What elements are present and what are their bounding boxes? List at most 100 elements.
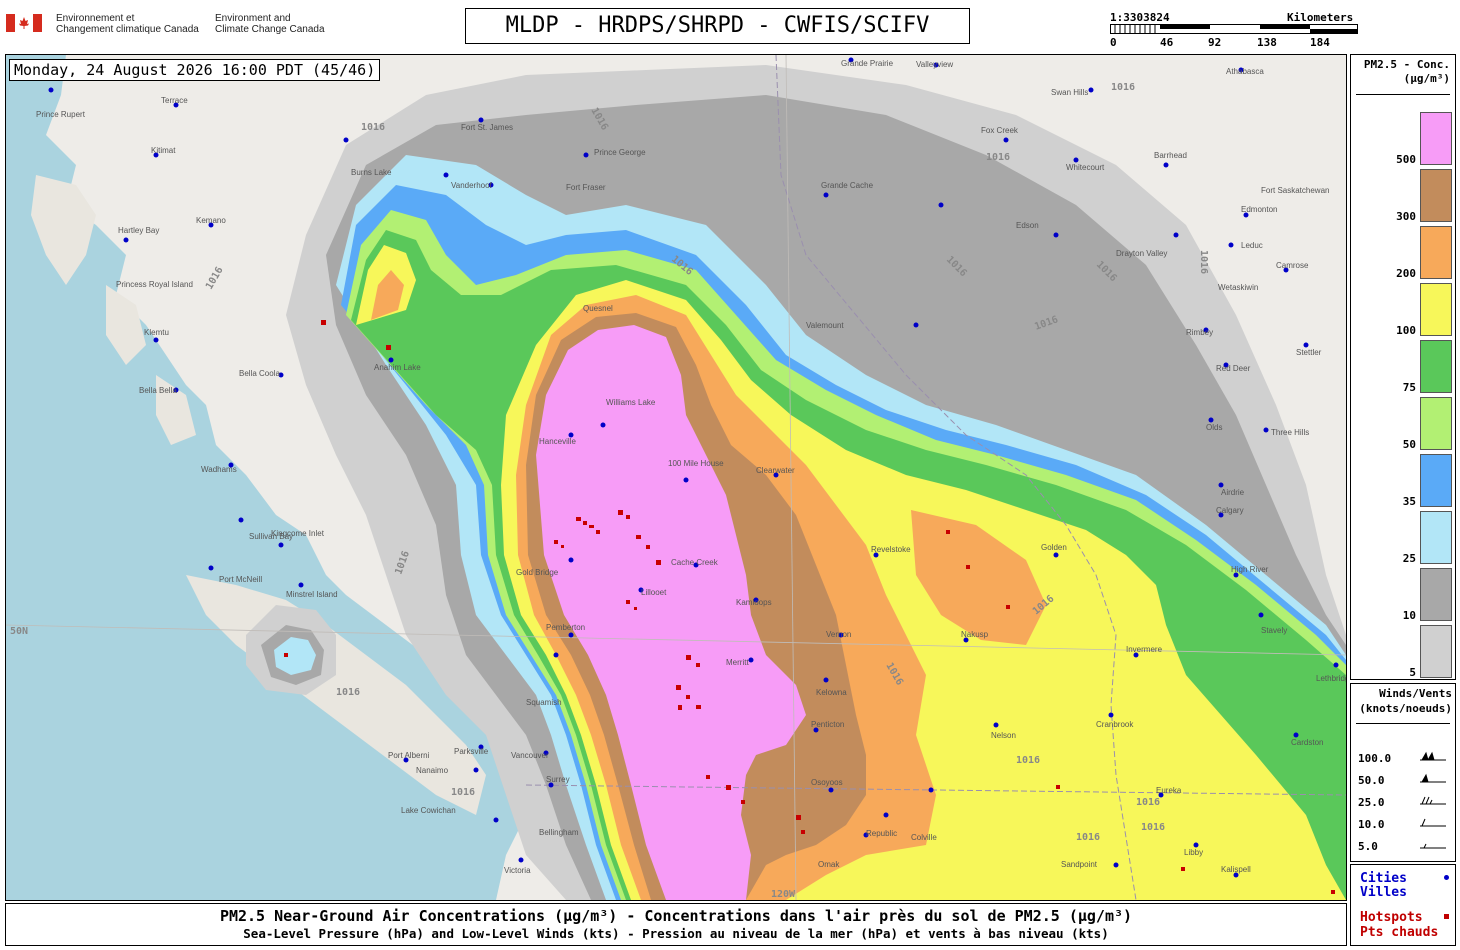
forecast-timestamp: Monday, 24 August 2026 16:00 PDT (45/46): [9, 59, 381, 81]
scale-tick-1: 46: [1160, 36, 1174, 49]
place-label: Grande Cache: [821, 181, 874, 190]
place-label: Lillooet: [641, 588, 667, 597]
legend-label-35: 35: [1402, 495, 1416, 508]
model-title: MLDP - HRDPS/SHRPD - CWFIS/SCIFV: [465, 8, 970, 44]
legend-label-500: 500: [1396, 153, 1416, 166]
place-label: Stavely: [1261, 626, 1287, 635]
caption-line-2: Sea-Level Pressure (hPa) and Low-Level W…: [243, 926, 1109, 941]
map-panel[interactable]: 50N 120W 1016 1016 1016 1016 1016 1016 1…: [5, 54, 1347, 901]
place-label: Cranbrook: [1096, 720, 1134, 729]
place-label: Surrey: [546, 775, 570, 784]
place-label: Calgary: [1216, 506, 1244, 515]
place-label: Nelson: [991, 731, 1016, 740]
canada-flag-icon: [6, 14, 42, 32]
place-label: Omak: [818, 860, 840, 869]
place-label: Hartley Bay: [118, 226, 159, 235]
place-label: Barrhead: [1154, 151, 1187, 160]
scale-tick-3: 138: [1257, 36, 1277, 49]
caption-box: PM2.5 Near-Ground Air Concentrations (µg…: [5, 903, 1347, 946]
place-label: Gold Bridge: [516, 568, 559, 577]
place-label: Bellingham: [539, 828, 579, 837]
cities-key-label: Cities: [1360, 871, 1407, 886]
smoke-map[interactable]: 50N 120W 1016 1016 1016 1016 1016 1016 1…: [6, 55, 1346, 900]
place-label: Williams Lake: [606, 398, 656, 407]
place-label: Wadhams: [201, 465, 237, 474]
place-label: Camrose: [1276, 261, 1309, 270]
place-label: Revelstoke: [871, 545, 911, 554]
legend-label-300: 300: [1396, 210, 1416, 223]
place-label: Colville: [911, 833, 937, 842]
legend-swatch-200: [1420, 226, 1452, 279]
place-label: Olds: [1206, 423, 1222, 432]
place-label: Bella Bella: [139, 386, 177, 395]
place-label: Whitecourt: [1066, 163, 1105, 172]
wind-speed-label: 10.0: [1358, 818, 1385, 831]
isobar-label: 1016: [361, 122, 385, 133]
place-label: 100 Mile House: [668, 459, 724, 468]
place-label: Edson: [1016, 221, 1039, 230]
isobar-label: 1016: [336, 687, 360, 698]
scale-bar: [1110, 24, 1358, 34]
place-label: Squamish: [526, 698, 562, 707]
place-label: Anahim Lake: [374, 363, 421, 372]
pts-chauds-key-label: Pts chauds: [1360, 925, 1439, 940]
scale-unit: Kilometers: [1287, 11, 1354, 24]
place-label: Terrace: [161, 96, 188, 105]
lon-label-120w: 120W: [771, 889, 796, 900]
legend-label-5: 5: [1409, 666, 1416, 679]
place-label: Wetaskiwin: [1218, 283, 1258, 292]
isobar-label: 1016: [1076, 832, 1100, 843]
wind-legend-unit: (knots/noeuds): [1359, 702, 1452, 715]
villes-key-label: Villes: [1360, 885, 1407, 900]
isobar-label: 1016: [451, 787, 475, 798]
place-label: Port McNeill: [219, 575, 262, 584]
wind-speed-label: 50.0: [1358, 774, 1385, 787]
city-dot-icon: [1444, 875, 1449, 880]
gov-name-en-line1: Environment and: [215, 13, 291, 24]
scale-tick-2: 92: [1208, 36, 1222, 49]
place-label: Kalispell: [1221, 865, 1251, 874]
place-label: Fox Creek: [981, 126, 1019, 135]
legend-swatch-75: [1420, 340, 1452, 393]
place-label: Invermere: [1126, 645, 1163, 654]
place-label: Cache Creek: [671, 558, 719, 567]
wind-legend-title: Winds/Vents: [1379, 687, 1452, 700]
place-label: Prince George: [594, 148, 646, 157]
place-label: Kemano: [196, 216, 226, 225]
place-label: Nanaimo: [416, 766, 449, 775]
legend-swatch-500: [1420, 112, 1452, 165]
wind-speed-label: 100.0: [1358, 752, 1392, 765]
place-label: Merritt: [726, 658, 749, 667]
place-label: Stettler: [1296, 348, 1322, 357]
legend-label-50: 50: [1402, 438, 1416, 451]
place-label: Valleyview: [916, 60, 953, 69]
place-label: Burns Lake: [351, 168, 392, 177]
place-label: Penticton: [811, 720, 844, 729]
place-label: Libby: [1184, 848, 1203, 857]
place-label: Lake Cowichan: [401, 806, 456, 815]
legend-unit: (µg/m³): [1403, 72, 1450, 85]
wind-speed-label: 25.0: [1358, 796, 1385, 809]
place-label: Vancouver: [511, 751, 549, 760]
place-label: Three Hills: [1271, 428, 1309, 437]
isobar-label: 1016: [1136, 797, 1160, 808]
hotspots-key-label: Hotspots: [1360, 910, 1423, 925]
place-label: Klemtu: [144, 328, 169, 337]
scale-ratio: 1:3303824: [1110, 11, 1170, 24]
place-label: Fort Saskatchewan: [1261, 186, 1329, 195]
legend-label-200: 200: [1396, 267, 1416, 280]
place-label: High River: [1231, 565, 1269, 574]
place-label: Victoria: [504, 866, 531, 875]
place-label: Vernon: [826, 630, 851, 639]
place-label: Leduc: [1241, 241, 1263, 250]
place-label: Parksville: [454, 747, 489, 756]
legend-swatch-100: [1420, 283, 1452, 336]
place-label: Hanceville: [539, 437, 576, 446]
place-label: Pemberton: [546, 623, 585, 632]
place-label: Edmonton: [1241, 205, 1277, 214]
hotspot-square-icon: [1444, 914, 1449, 919]
legend-label-10: 10: [1402, 609, 1416, 622]
place-label: Kamloops: [736, 598, 772, 607]
place-label: Grande Prairie: [841, 59, 894, 68]
gov-name-fr-line1: Environnement et: [56, 13, 135, 24]
